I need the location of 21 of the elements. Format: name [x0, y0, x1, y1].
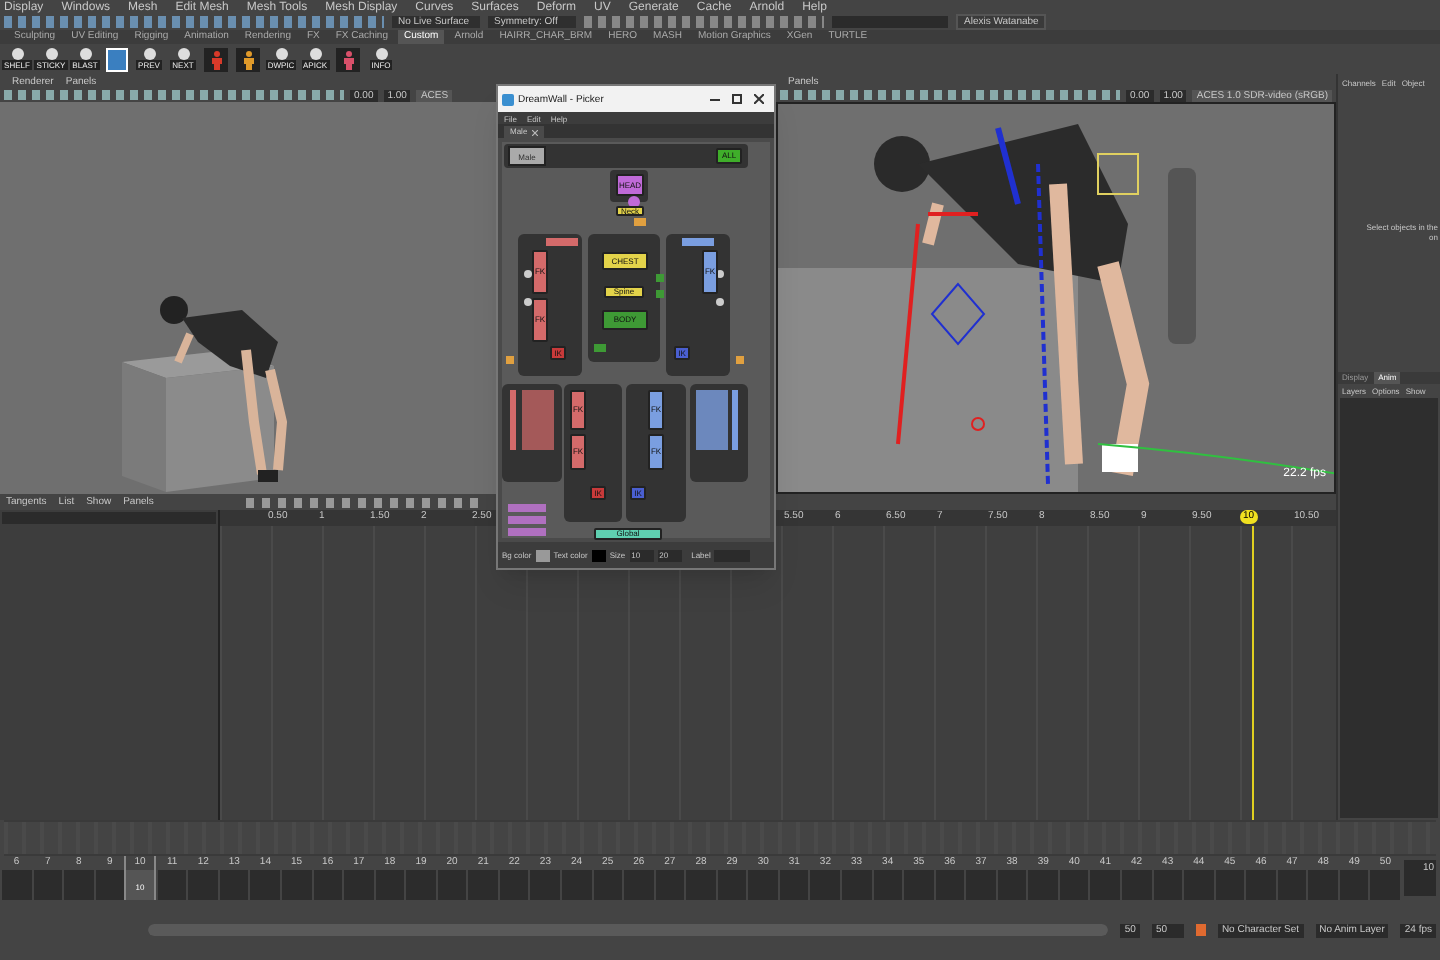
- auto-key-icon[interactable]: [1195, 924, 1206, 936]
- search-field[interactable]: [832, 16, 948, 28]
- shelf-tool-icon[interactable]: [309, 48, 321, 60]
- app-icon: [502, 93, 514, 105]
- shelf-tool-icon[interactable]: [79, 48, 91, 60]
- shelf-tool-icon[interactable]: [143, 48, 155, 60]
- shelf-tool-icon[interactable]: [275, 48, 287, 60]
- shelf-tool-icon[interactable]: [177, 48, 189, 60]
- figure-icon[interactable]: [204, 47, 228, 71]
- figure-icon[interactable]: [236, 47, 260, 71]
- shelf-tool-icon[interactable]: [375, 48, 387, 60]
- minimize-icon[interactable]: [710, 94, 720, 104]
- close-icon[interactable]: [754, 94, 764, 104]
- shelf-tool-icon[interactable]: [45, 48, 57, 60]
- shelf-tool-icon[interactable]: [106, 47, 128, 71]
- maximize-icon[interactable]: [732, 94, 742, 104]
- color-swatch[interactable]: [535, 549, 550, 561]
- figure-icon[interactable]: [336, 47, 360, 71]
- color-swatch[interactable]: [591, 549, 606, 561]
- shelf-tool-icon[interactable]: [11, 48, 23, 60]
- filter-field[interactable]: [2, 512, 216, 524]
